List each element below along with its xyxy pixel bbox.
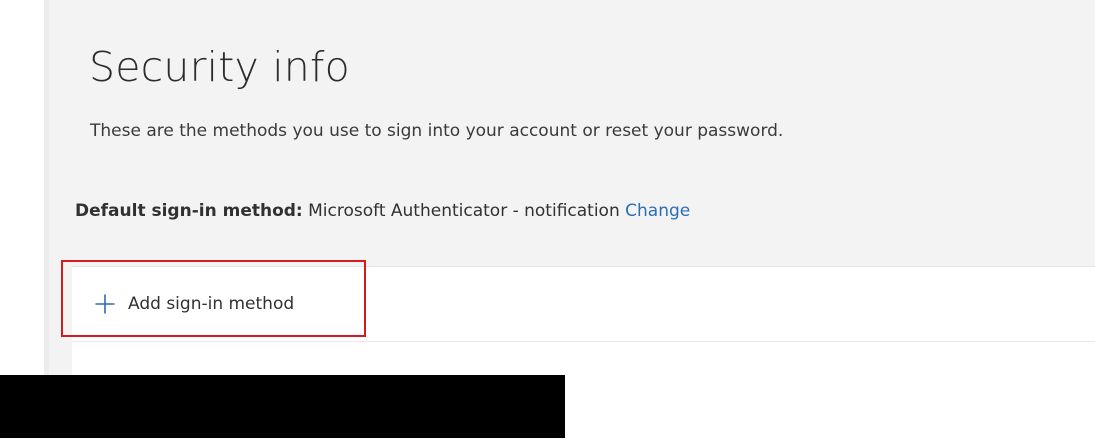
- add-sign-in-method-button[interactable]: Add sign-in method: [94, 287, 294, 321]
- redaction-block: [0, 375, 565, 438]
- default-sign-in-method: Default sign-in method: Microsoft Authen…: [75, 199, 690, 223]
- security-info-page: Security info These are the methods you …: [49, 0, 1095, 439]
- page-description: These are the methods you use to sign in…: [90, 121, 784, 141]
- plus-icon: [94, 293, 116, 315]
- default-method-label: Default sign-in method:: [75, 201, 303, 221]
- default-method-value: Microsoft Authenticator - notification: [308, 201, 620, 221]
- add-sign-in-method-label: Add sign-in method: [128, 294, 295, 314]
- panel-divider: [72, 341, 1095, 342]
- left-margin: [0, 0, 48, 438]
- change-default-method-link[interactable]: Change: [625, 201, 690, 221]
- page-title: Security info: [89, 43, 350, 91]
